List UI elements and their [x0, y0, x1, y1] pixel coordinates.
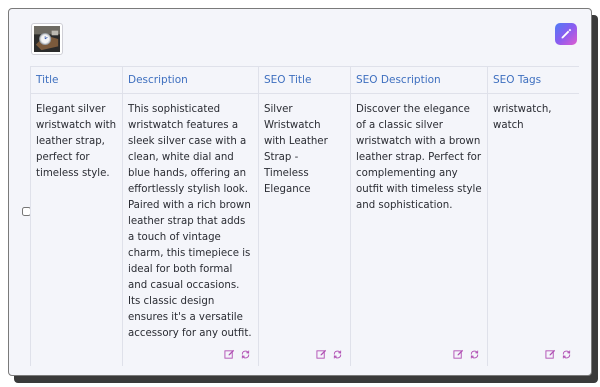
cell-description: This sophisticated wristwatch features a… [128, 104, 252, 339]
column-header-description[interactable]: Description [123, 67, 258, 94]
cell-seo-title: Silver Wristwatch with Leather Strap - T… [264, 104, 328, 195]
product-card: Title Elegant silver wristwatch with lea… [8, 8, 592, 376]
wristwatch-photo-thumbnail-icon [34, 26, 60, 52]
edit-button[interactable] [555, 23, 577, 45]
edit-cell-icon[interactable] [545, 349, 556, 360]
column-seo-tags: SEO Tags wristwatch, watch [487, 67, 579, 366]
product-thumbnail[interactable] [31, 23, 63, 55]
edit-cell-icon[interactable] [316, 349, 327, 360]
pencil-icon [561, 28, 572, 39]
cell-seo-tags: wristwatch, watch [493, 104, 552, 131]
column-header-title[interactable]: Title [31, 67, 122, 94]
column-header-seo-tags[interactable]: SEO Tags [488, 67, 579, 94]
edit-cell-icon[interactable] [453, 349, 464, 360]
seo-description-cell-actions [453, 349, 480, 360]
column-header-seo-description[interactable]: SEO Description [351, 67, 487, 94]
column-header-seo-title[interactable]: SEO Title [259, 67, 350, 94]
product-seo-table: Title Elegant silver wristwatch with lea… [30, 66, 579, 366]
edit-cell-icon[interactable] [224, 349, 235, 360]
cell-seo-description: Discover the elegance of a classic silve… [356, 104, 482, 211]
column-title: Title Elegant silver wristwatch with lea… [30, 67, 122, 366]
regenerate-icon[interactable] [240, 349, 251, 360]
description-cell-actions [224, 349, 251, 360]
regenerate-icon[interactable] [332, 349, 343, 360]
cell-title: Elegant silver wristwatch with leather s… [36, 104, 117, 179]
column-seo-title: SEO Title Silver Wristwatch with Leather… [258, 67, 350, 366]
regenerate-icon[interactable] [469, 349, 480, 360]
column-description: Description This sophisticated wristwatc… [122, 67, 258, 366]
seo-title-cell-actions [316, 349, 343, 360]
regenerate-icon[interactable] [561, 349, 572, 360]
seo-tags-cell-actions [545, 349, 572, 360]
column-seo-description: SEO Description Discover the elegance of… [350, 67, 487, 366]
